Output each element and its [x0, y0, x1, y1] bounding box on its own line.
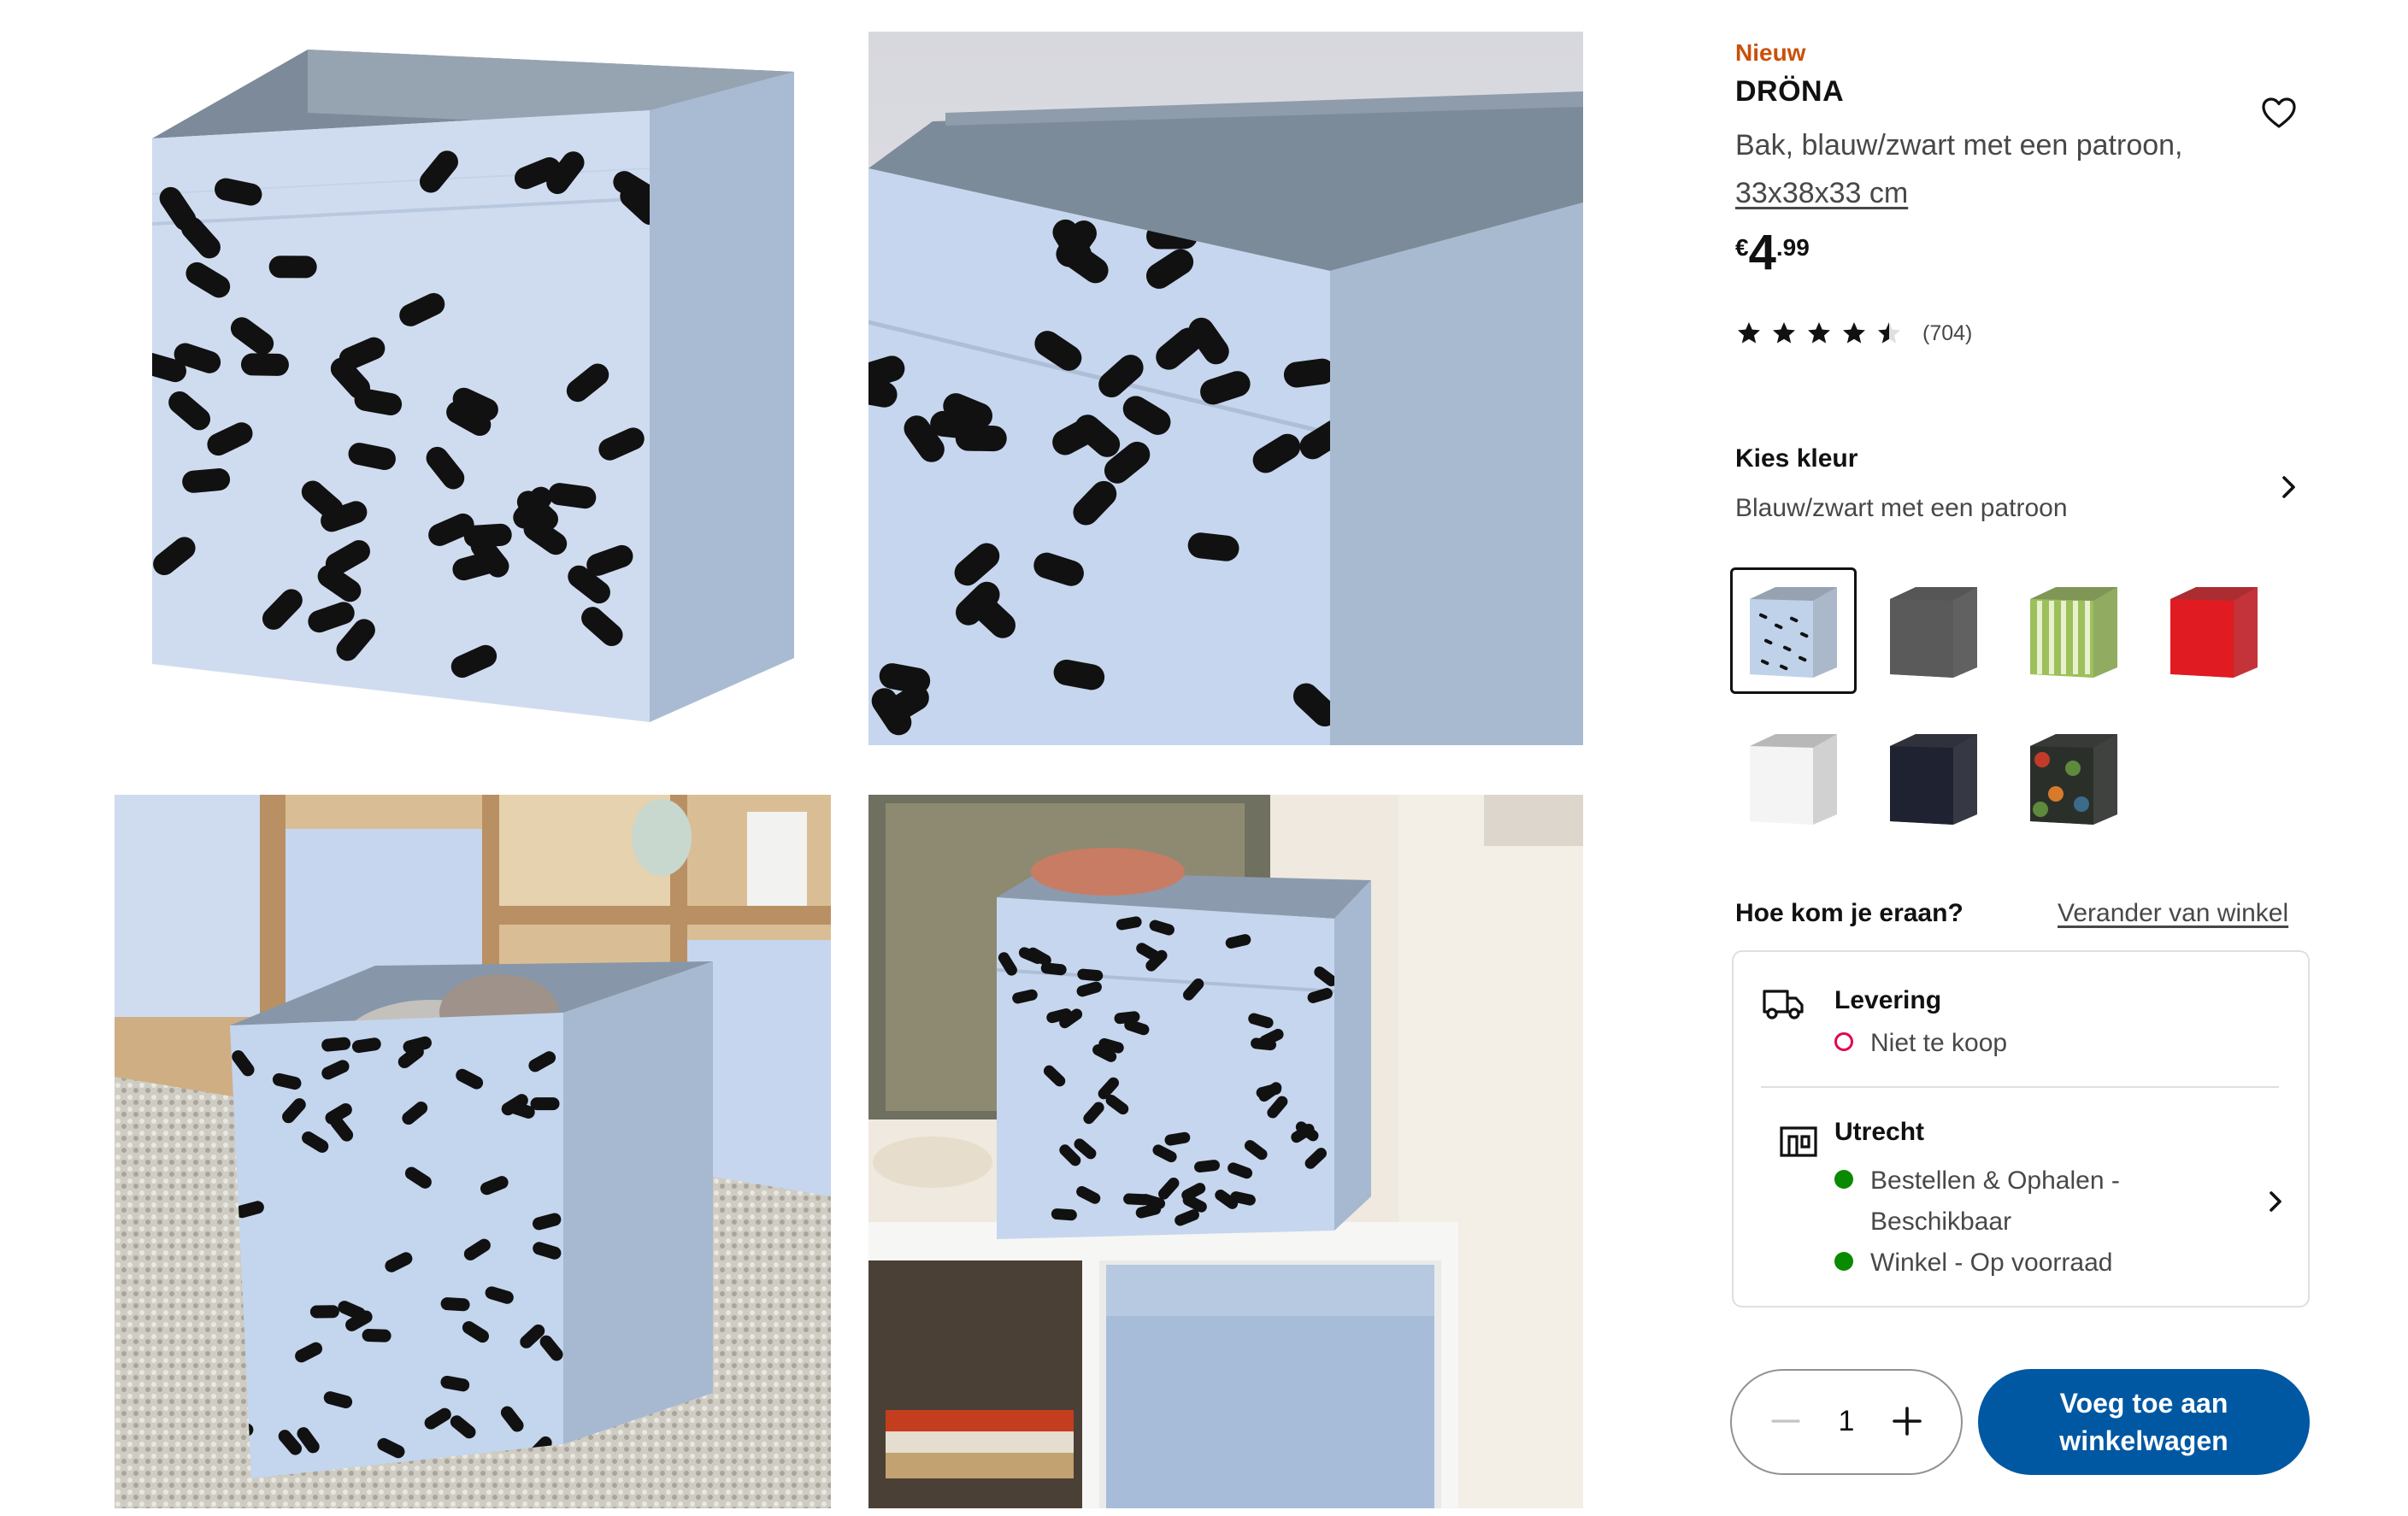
product-image-closeup[interactable] — [868, 32, 1583, 745]
star-icon — [1808, 322, 1830, 344]
pattern-dash — [309, 1305, 339, 1319]
quantity-value[interactable]: 1 — [1829, 1405, 1863, 1438]
add-to-cart-button[interactable]: Voeg toe aan winkelwagen — [1978, 1369, 2310, 1475]
product-rating[interactable]: (704) — [1735, 318, 1972, 349]
color-swatch-rood[interactable] — [2151, 567, 2277, 694]
status-dot-available — [1834, 1170, 1853, 1190]
rating-stars — [1735, 320, 1911, 347]
swatch-thumbnail — [1890, 587, 1977, 678]
new-badge: Nieuw — [1735, 39, 1806, 66]
selected-color-label: Blauw/zwart met een patroon — [1735, 494, 2068, 522]
price-decimal: .99 — [1775, 234, 1810, 261]
truck-icon — [1761, 984, 1805, 1022]
pattern-dash — [440, 1297, 470, 1312]
star-icon — [1843, 322, 1865, 344]
product-price: €4.99 — [1735, 224, 1810, 281]
swatch-thumbnail — [1750, 734, 1837, 825]
color-chevron-right-icon[interactable] — [2270, 468, 2307, 506]
swatch-thumbnail — [2030, 587, 2117, 678]
swatch-thumbnail — [1890, 734, 1977, 825]
favorite-button[interactable] — [2257, 91, 2301, 135]
swatch-thumbnail — [2170, 587, 2258, 678]
delivery-status: Niet te koop — [1834, 1029, 2007, 1058]
product-name: DRÖNA — [1735, 75, 1845, 108]
swatch-thumbnail — [1750, 587, 1837, 678]
price-currency: € — [1735, 234, 1749, 261]
rating-count: (704) — [1922, 320, 1973, 345]
star-icon — [1773, 322, 1795, 344]
color-swatch-donkergrijs[interactable] — [1870, 567, 1997, 694]
store-icon — [1778, 1121, 1819, 1159]
store-line-1: Bestellen & Ophalen - — [1870, 1166, 2120, 1195]
store-status: Bestellen & Ophalen - Beschikbaar Winkel… — [1834, 1161, 2120, 1284]
pattern-dash — [530, 1097, 560, 1111]
color-swatch-wit[interactable] — [1730, 714, 1857, 841]
status-dot-unavailable — [1834, 1032, 1853, 1052]
color-swatch-bloemen[interactable] — [2011, 714, 2137, 841]
availability-divider — [1761, 1086, 2279, 1088]
store-line-2: Beschikbaar — [1870, 1208, 2012, 1236]
star-icon — [1738, 322, 1760, 344]
pattern-dash — [240, 353, 289, 376]
availability-title: Hoe kom je eraan? — [1735, 899, 1963, 927]
color-swatch-blauw-zwart-patroon[interactable] — [1730, 567, 1857, 694]
quantity-minus-button[interactable] — [1766, 1401, 1805, 1441]
quantity-plus-button[interactable] — [1887, 1401, 1927, 1441]
product-description: Bak, blauw/zwart met een patroon, 33x38x… — [1735, 121, 2282, 217]
product-image-front[interactable] — [115, 32, 831, 745]
plus-icon — [1893, 1407, 1922, 1436]
change-store-link[interactable]: Verander van winkel — [2058, 899, 2288, 928]
choose-color-title: Kies kleur — [1735, 444, 1858, 473]
store-chevron-right-icon[interactable] — [2258, 1184, 2293, 1219]
delivery-title: Levering — [1834, 986, 1942, 1014]
heart-icon — [2262, 97, 2296, 128]
store-line-3: Winkel - Op voorraad — [1870, 1249, 2113, 1277]
pattern-dash — [1051, 1208, 1077, 1221]
pattern-dash — [463, 523, 512, 548]
color-swatch-groen-gestreept[interactable] — [2011, 567, 2137, 694]
status-dot-in-stock — [1834, 1252, 1853, 1272]
delivery-status-text: Niet te koop — [1870, 1029, 2008, 1057]
star-icon — [1878, 322, 1900, 344]
color-swatch-zwart[interactable] — [1870, 714, 1997, 841]
minus-icon — [1771, 1419, 1800, 1423]
product-type: Bak, blauw/zwart met een patroon, — [1735, 129, 2183, 162]
pattern-dash — [268, 256, 317, 279]
swatch-thumbnail — [2030, 734, 2117, 825]
add-to-cart-label-line2: winkelwagen — [2059, 1425, 2228, 1456]
add-to-cart-label-line1: Voeg toe aan — [2059, 1388, 2228, 1419]
lifestyle-image-cabinet[interactable] — [868, 795, 1583, 1508]
product-dimensions-link[interactable]: 33x38x33 cm — [1735, 177, 1908, 209]
store-title: Utrecht — [1834, 1118, 1925, 1146]
price-integer: 4 — [1748, 225, 1776, 280]
lifestyle-image-living-room[interactable] — [115, 795, 831, 1508]
pattern-dash — [362, 1329, 392, 1343]
